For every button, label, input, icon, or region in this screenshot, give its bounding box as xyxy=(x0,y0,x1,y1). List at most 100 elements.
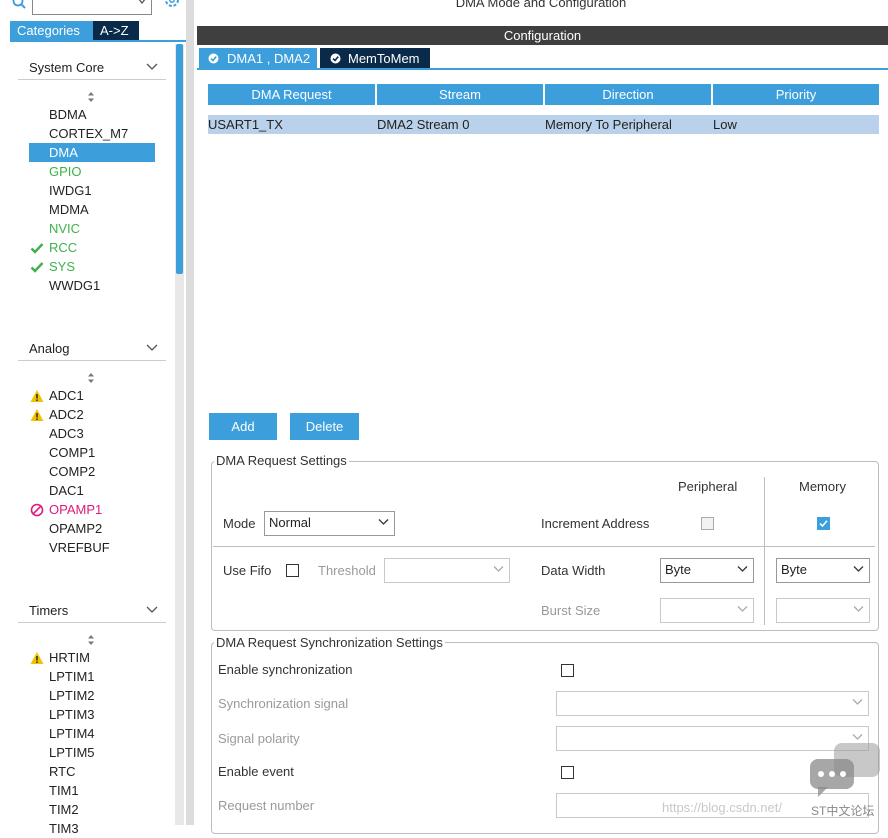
chevron-down-icon xyxy=(378,519,389,525)
sidebar-item-mdma[interactable]: MDMA xyxy=(29,200,155,219)
sidebar-item-adc2[interactable]: ADC2 xyxy=(29,405,155,424)
sidebar-item-cortex_m7[interactable]: CORTEX_M7 xyxy=(29,124,155,143)
check-icon xyxy=(30,262,44,273)
memory-increment-checkbox[interactable] xyxy=(817,517,830,530)
sidebar-item-lptim3[interactable]: LPTIM3 xyxy=(29,705,155,724)
chevron-down-icon xyxy=(146,63,158,70)
sidebar-item-label: SYS xyxy=(49,259,76,274)
sidebar-item-label: LPTIM2 xyxy=(49,688,95,703)
sidebar-item-hrtim[interactable]: HRTIM xyxy=(29,648,155,667)
sidebar-item-dac1[interactable]: DAC1 xyxy=(29,481,155,500)
enable-event-label: Enable event xyxy=(218,764,294,779)
column-header-stream[interactable]: Stream xyxy=(377,84,543,105)
sidebar-item-label: ADC2 xyxy=(49,407,84,422)
sort-icon[interactable] xyxy=(85,91,97,103)
use-fifo-label: Use Fifo xyxy=(223,563,272,578)
check-circle-icon xyxy=(208,53,219,64)
sidebar-item-tim2[interactable]: TIM2 xyxy=(29,800,155,819)
forbidden-icon xyxy=(30,503,44,517)
search-icon[interactable] xyxy=(12,0,28,10)
threshold-select[interactable] xyxy=(384,558,510,583)
sidebar-item-label: GPIO xyxy=(49,164,82,179)
peripheral-burst-size-select[interactable] xyxy=(660,598,754,623)
sidebar-item-dma[interactable]: DMA xyxy=(29,143,155,162)
sidebar-item-tim1[interactable]: TIM1 xyxy=(29,781,155,800)
sort-icon[interactable] xyxy=(85,634,97,646)
memory-data-width-value: Byte xyxy=(781,562,808,577)
sidebar-item-adc1[interactable]: ADC1 xyxy=(29,386,155,405)
sidebar-item-lptim1[interactable]: LPTIM1 xyxy=(29,667,155,686)
peripheral-increment-checkbox[interactable] xyxy=(701,517,714,530)
sidebar-item-rcc[interactable]: RCC xyxy=(29,238,155,257)
sidebar-item-opamp2[interactable]: OPAMP2 xyxy=(29,519,155,538)
gear-icon[interactable] xyxy=(163,0,181,10)
table-row[interactable] xyxy=(208,115,879,134)
sidebar-item-label: LPTIM3 xyxy=(49,707,95,722)
tab-a-to-z[interactable]: A->Z xyxy=(93,21,139,40)
checkmark-icon xyxy=(819,520,828,528)
mode-select[interactable]: Normal xyxy=(264,511,395,536)
configuration-bar: Configuration xyxy=(197,26,888,45)
page-title: DMA Mode and Configuration xyxy=(455,0,627,10)
category-header-timers[interactable]: Timers xyxy=(18,600,166,623)
memory-column-label: Memory xyxy=(799,479,846,494)
sort-icon[interactable] xyxy=(85,372,97,384)
category-header-analog[interactable]: Analog xyxy=(18,338,166,361)
sidebar-item-label: WWDG1 xyxy=(49,278,101,293)
sidebar-item-tim3[interactable]: TIM3 xyxy=(29,819,155,838)
enable-event-checkbox[interactable] xyxy=(561,766,574,779)
sidebar-item-label: TIM3 xyxy=(49,821,79,836)
column-header-priority[interactable]: Priority xyxy=(713,84,879,105)
add-button[interactable]: Add xyxy=(209,413,277,440)
sidebar-item-lptim4[interactable]: LPTIM4 xyxy=(29,724,155,743)
watermark-text: https://blog.csdn.net/ xyxy=(662,800,782,815)
tab-categories[interactable]: Categories xyxy=(10,21,96,40)
tabs-underline xyxy=(10,40,186,42)
category-header-system-core[interactable]: System Core xyxy=(18,57,166,80)
sidebar-item-lptim5[interactable]: LPTIM5 xyxy=(29,743,155,762)
tab-memtomem-label: MemToMem xyxy=(348,51,420,66)
sidebar-item-wwdg1[interactable]: WWDG1 xyxy=(29,276,155,295)
sidebar-item-label: LPTIM4 xyxy=(49,726,95,741)
use-fifo-checkbox[interactable] xyxy=(286,564,299,577)
threshold-label: Threshold xyxy=(318,563,376,578)
mode-label: Mode xyxy=(223,516,256,531)
sidebar-item-comp1[interactable]: COMP1 xyxy=(29,443,155,462)
sidebar-item-iwdg1[interactable]: IWDG1 xyxy=(29,181,155,200)
sidebar-item-nvic[interactable]: NVIC xyxy=(29,219,155,238)
search-input[interactable] xyxy=(32,0,152,15)
column-header-dma-request[interactable]: DMA Request xyxy=(208,84,375,105)
tab-dma1-dma2[interactable]: DMA1 , DMA2 xyxy=(199,48,317,69)
sidebar-item-opamp1[interactable]: OPAMP1 xyxy=(29,500,155,519)
sidebar-item-sys[interactable]: SYS xyxy=(29,257,155,276)
enable-sync-checkbox[interactable] xyxy=(561,664,574,677)
sidebar-item-label: CORTEX_M7 xyxy=(49,126,129,141)
sidebar-item-label: RCC xyxy=(49,240,78,255)
sync-signal-label: Synchronization signal xyxy=(218,696,349,711)
sidebar-item-bdma[interactable]: BDMA xyxy=(29,105,155,124)
warning-icon xyxy=(30,409,44,421)
sidebar-item-vrefbuf[interactable]: VREFBUF xyxy=(29,538,155,557)
memory-burst-size-select[interactable] xyxy=(776,598,870,623)
warning-icon xyxy=(30,652,44,664)
sidebar-item-gpio[interactable]: GPIO xyxy=(29,162,155,181)
sidebar-item-rtc[interactable]: RTC xyxy=(29,762,155,781)
check-icon xyxy=(30,243,44,254)
tab-dma1-dma2-label: DMA1 , DMA2 xyxy=(227,51,311,66)
delete-button[interactable]: Delete xyxy=(290,413,359,440)
chevron-down-icon xyxy=(737,566,748,572)
sync-signal-select[interactable] xyxy=(556,691,869,716)
scrollbar-thumb[interactable] xyxy=(176,44,183,274)
sidebar-item-label: COMP2 xyxy=(49,464,96,479)
column-header-direction[interactable]: Direction xyxy=(545,84,711,105)
sidebar-item-comp2[interactable]: COMP2 xyxy=(29,462,155,481)
sidebar-item-lptim2[interactable]: LPTIM2 xyxy=(29,686,155,705)
peripheral-data-width-select[interactable]: Byte xyxy=(660,558,754,583)
sidebar-item-label: LPTIM5 xyxy=(49,745,95,760)
sidebar-item-label: ADC3 xyxy=(49,426,84,441)
tab-memtomem[interactable]: MemToMem xyxy=(320,48,430,69)
sidebar-item-adc3[interactable]: ADC3 xyxy=(29,424,155,443)
panel-divider[interactable] xyxy=(186,0,194,825)
sidebar-item-label: ADC1 xyxy=(49,388,84,403)
memory-data-width-select[interactable]: Byte xyxy=(776,558,870,583)
